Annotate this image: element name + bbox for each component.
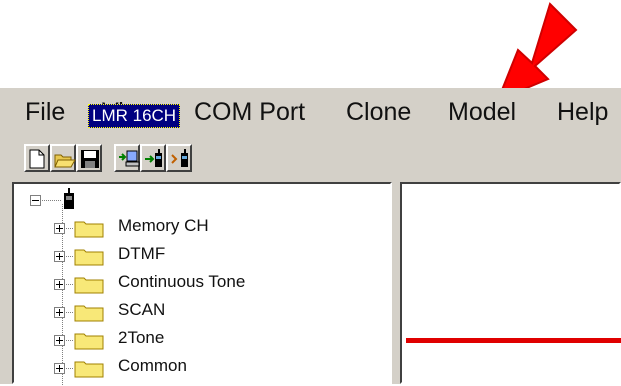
write-to-radio-icon [145,149,162,167]
tree-view[interactable]: Memory CH DTMF Continuous Tone SCAN 2Ton… [12,182,394,386]
new-button[interactable] [24,144,50,172]
menu-clone[interactable]: Clone [346,98,411,127]
clone-radio-icon [171,149,188,167]
expand-icon[interactable] [54,307,65,318]
menu-help[interactable]: Help [557,98,608,127]
expand-icon[interactable] [54,251,65,262]
menu-com-port[interactable]: COM Port [194,98,305,127]
open-button[interactable] [50,144,76,172]
tree-item-common[interactable]: Common [14,354,394,382]
folder-icon [74,249,104,266]
folder-icon [74,277,104,294]
tree-item-dtmf[interactable]: DTMF [14,242,394,270]
expand-icon[interactable] [54,363,65,374]
application-window: File View COM Port Clone Model Help [0,88,621,386]
tree-root-label[interactable]: LMR 16CH [88,104,181,128]
folder-icon [74,361,104,378]
tree-item-label: Memory CH [118,216,209,235]
tree-item-label: Common [118,356,187,375]
tree-root-row[interactable] [14,186,394,214]
toolbar [0,140,621,176]
expand-icon[interactable] [54,279,65,290]
tree-item-label: 2Tone [118,328,165,347]
tree-item-scan[interactable]: SCAN [14,298,394,326]
tree-item-label: SCAN [118,300,166,319]
write-button[interactable] [140,144,166,172]
read-from-radio-icon [119,150,140,167]
save-disk-icon [81,150,99,168]
folder-icon [74,333,104,350]
folder-icon [74,221,104,238]
open-folder-icon [54,154,76,168]
menu-model[interactable]: Model [448,98,516,127]
expand-icon[interactable] [54,335,65,346]
folder-icon [74,305,104,322]
collapse-icon[interactable] [30,195,41,206]
read-button[interactable] [114,144,140,172]
save-button[interactable] [76,144,102,172]
expand-icon[interactable] [54,223,65,234]
radio-device-icon [64,188,74,209]
tree-item-label: Continuous Tone [118,272,246,291]
tree-item-2tone[interactable]: 2Tone [14,326,394,354]
content-pane[interactable] [400,182,621,384]
tree-item-memory-ch[interactable]: Memory CH [14,214,394,242]
clone-button[interactable] [166,144,192,172]
tree-item-continuous-tone[interactable]: Continuous Tone [14,270,394,298]
menu-file[interactable]: File [25,98,65,127]
tree-item-label: DTMF [118,244,166,263]
new-document-icon [29,149,45,169]
red-line [406,338,621,343]
